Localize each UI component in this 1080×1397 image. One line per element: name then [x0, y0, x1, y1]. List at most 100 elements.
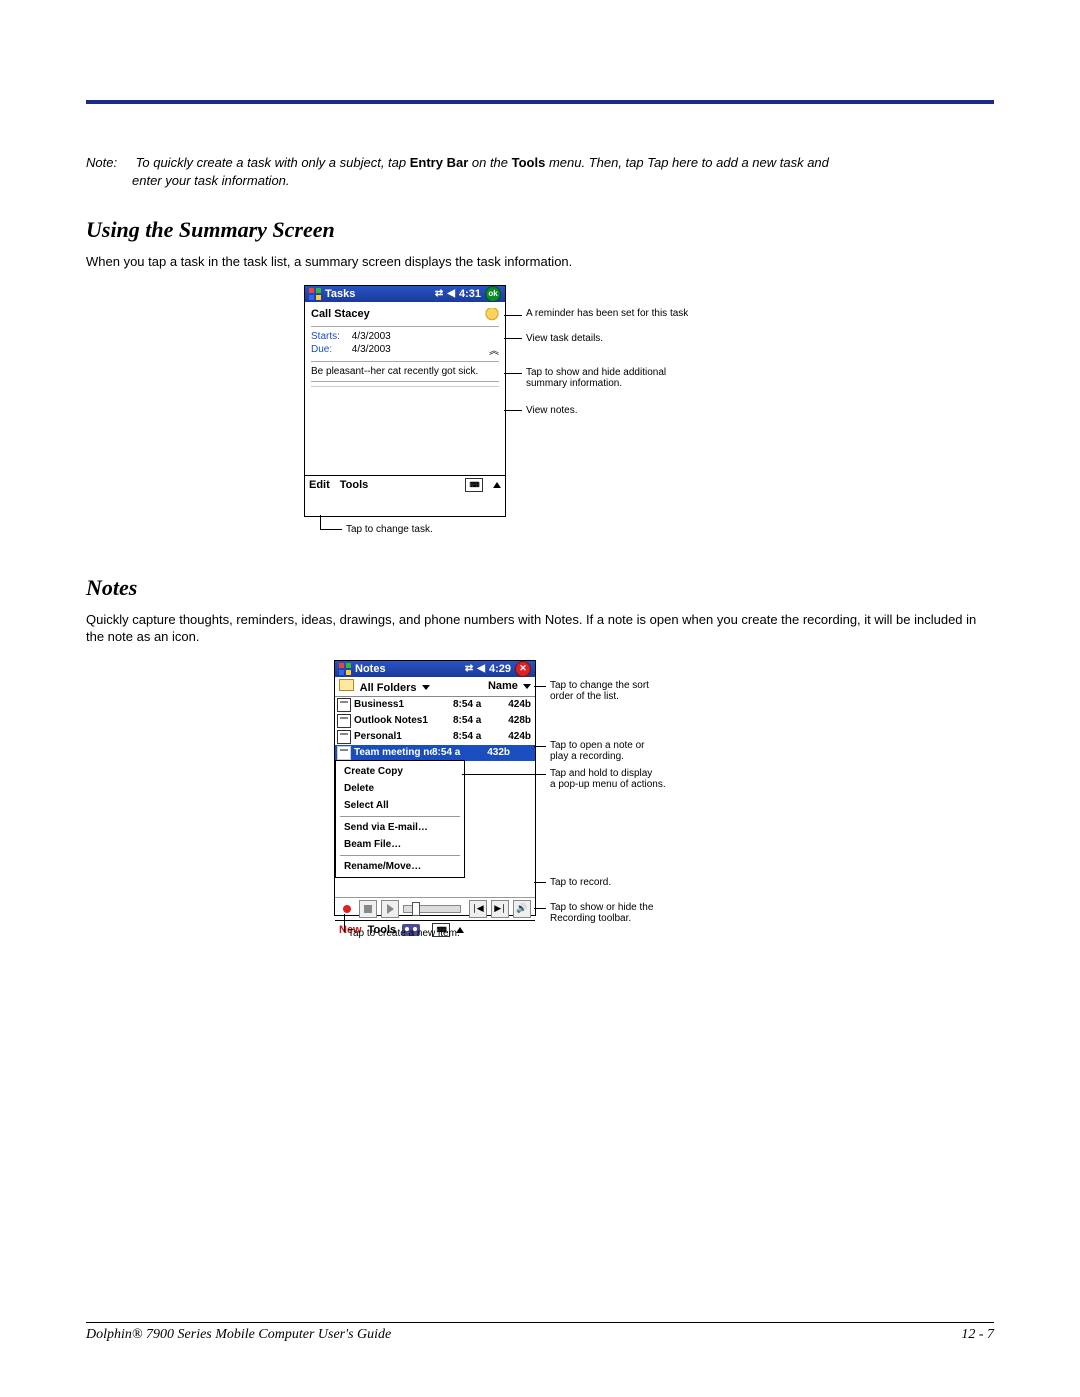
sip-arrow-icon[interactable] [493, 482, 501, 488]
connectivity-icon[interactable]: ⇄ [435, 288, 443, 299]
collapse-chevron-icon[interactable]: ︽ [489, 342, 499, 357]
close-button[interactable]: ✕ [515, 661, 531, 677]
menu-create-copy[interactable]: Create Copy [336, 763, 464, 780]
speaker-icon[interactable]: ◀ [477, 663, 485, 674]
dropdown-icon [422, 685, 430, 690]
notes-titlebar: Notes ⇄ ◀ 4:29 ✕ [335, 661, 535, 677]
dropdown-icon [523, 684, 531, 689]
callout-view-details: View task details. [526, 333, 603, 345]
note-name: Business1 [354, 699, 453, 710]
footer-title: Dolphin® 7900 Series Mobile Computer Use… [86, 1327, 391, 1343]
note-bold-tools: Tools [512, 155, 546, 170]
menu-select-all[interactable]: Select All [336, 797, 464, 814]
callout-new-item: Tap to create a new item. [348, 928, 460, 940]
note-block: Note: To quickly create a task with only… [86, 154, 994, 189]
connectivity-icon[interactable]: ⇄ [465, 663, 473, 674]
clock-time: 4:29 [489, 663, 511, 675]
play-button[interactable] [381, 900, 399, 918]
menu-tools[interactable]: Tools [340, 479, 369, 491]
note-text-seg: menu. Then, tap Tap here to add a new ta… [545, 155, 829, 170]
divider [311, 361, 499, 362]
skip-fwd-button[interactable]: ▶∣ [491, 900, 509, 918]
callout-toggle: Tap to show and hide additionalsummary i… [526, 367, 666, 390]
menu-send-email[interactable]: Send via E-mail… [336, 819, 464, 836]
note-bold-entrybar: Entry Bar [410, 155, 469, 170]
divider [311, 381, 499, 382]
note-name: Personal1 [354, 731, 453, 742]
menu-edit[interactable]: Edit [309, 479, 330, 491]
task-notes-area[interactable] [311, 386, 499, 473]
note-time: 8:54 a [453, 715, 497, 726]
note-name: Outlook Notes1 [354, 715, 453, 726]
playback-slider[interactable] [403, 905, 461, 913]
record-icon [343, 905, 351, 913]
divider [311, 326, 499, 327]
record-button[interactable] [339, 901, 355, 917]
notes-intro: Quickly capture thoughts, reminders, ide… [86, 611, 994, 646]
reminder-bell-icon[interactable] [485, 308, 499, 322]
speaker-icon[interactable]: ◀ [447, 288, 455, 299]
page-footer: Dolphin® 7900 Series Mobile Computer Use… [86, 1322, 994, 1343]
note-time: 8:54 a [432, 747, 476, 758]
list-item[interactable]: Personal1 8:54 a 424b [335, 729, 535, 745]
callout-open: Tap to open a note orplay a recording. [550, 740, 645, 763]
starts-value: 4/3/2003 [352, 331, 391, 342]
sort-picker[interactable]: Name [488, 680, 531, 692]
heading-summary: Using the Summary Screen [86, 217, 994, 243]
note-label: Note: [86, 154, 132, 172]
menu-separator [340, 816, 460, 817]
windows-flag-icon[interactable] [309, 288, 321, 300]
callout-popup: Tap and hold to displaya pop-up menu of … [550, 768, 666, 791]
ok-button[interactable]: ok [485, 286, 501, 302]
note-time: 8:54 a [453, 731, 497, 742]
callout-sort: Tap to change the sortorder of the list. [550, 680, 649, 703]
list-item-selected[interactable]: Team meeting no 8:54 a 432b [335, 745, 535, 761]
clock-time: 4:31 [459, 288, 481, 300]
tasks-title: Tasks [325, 288, 355, 300]
note-icon [337, 698, 351, 712]
note-size: 424b [497, 731, 531, 742]
folder-picker[interactable]: All Folders [339, 679, 430, 694]
summary-intro: When you tap a task in the task list, a … [86, 253, 994, 271]
task-dates[interactable]: Starts: 4/3/2003 Due: 4/3/2003 ︽ [311, 331, 499, 357]
callout-record: Tap to record. [550, 877, 611, 889]
note-time: 8:54 a [453, 699, 497, 710]
menu-rename-move[interactable]: Rename/Move… [336, 858, 464, 875]
menu-delete[interactable]: Delete [336, 780, 464, 797]
list-item[interactable]: Business1 8:54 a 424b [335, 697, 535, 713]
note-size: 428b [497, 715, 531, 726]
notes-screenshot: Notes ⇄ ◀ 4:29 ✕ All Folders Name [334, 660, 536, 916]
due-value: 4/3/2003 [352, 344, 391, 355]
keyboard-icon[interactable]: ⌨ [465, 478, 483, 492]
volume-button[interactable]: 🔊 [513, 900, 531, 918]
note-text-seg: To quickly create a task with only a sub… [136, 155, 410, 170]
note-size: 424b [497, 699, 531, 710]
starts-label: Starts: [311, 331, 349, 342]
note-size: 432b [476, 747, 510, 758]
task-note-text: Be pleasant--her cat recently got sick. [311, 366, 499, 377]
tasks-screenshot: Tasks ⇄ ◀ 4:31 ok Call Stacey Starts: [304, 285, 506, 517]
windows-flag-icon[interactable] [339, 663, 351, 675]
list-item[interactable]: Outlook Notes1 8:54 a 428b [335, 713, 535, 729]
menu-separator [340, 855, 460, 856]
play-icon [387, 904, 394, 914]
folder-icon [339, 679, 354, 691]
stop-icon [364, 905, 372, 913]
callout-toolbar: Tap to show or hide theRecording toolbar… [550, 902, 653, 925]
note-icon [337, 714, 351, 728]
task-subject[interactable]: Call Stacey [311, 308, 370, 320]
note-list: Business1 8:54 a 424b Outlook Notes1 8:5… [335, 697, 535, 879]
note-icon [337, 730, 351, 744]
context-menu: Create Copy Delete Select All Send via E… [335, 760, 465, 878]
recording-toolbar: ∣◀ ▶∣ 🔊 [335, 897, 535, 920]
page-accent-rule [86, 100, 994, 104]
menu-beam-file[interactable]: Beam File… [336, 836, 464, 853]
notes-title: Notes [355, 663, 386, 675]
footer-page: 12 - 7 [961, 1327, 994, 1343]
note-text-seg: on the [468, 155, 511, 170]
sort-label: Name [488, 680, 518, 692]
skip-back-button[interactable]: ∣◀ [469, 900, 487, 918]
stop-button[interactable] [359, 900, 377, 918]
heading-notes: Notes [86, 575, 994, 601]
callout-edit: Tap to change task. [346, 524, 433, 536]
